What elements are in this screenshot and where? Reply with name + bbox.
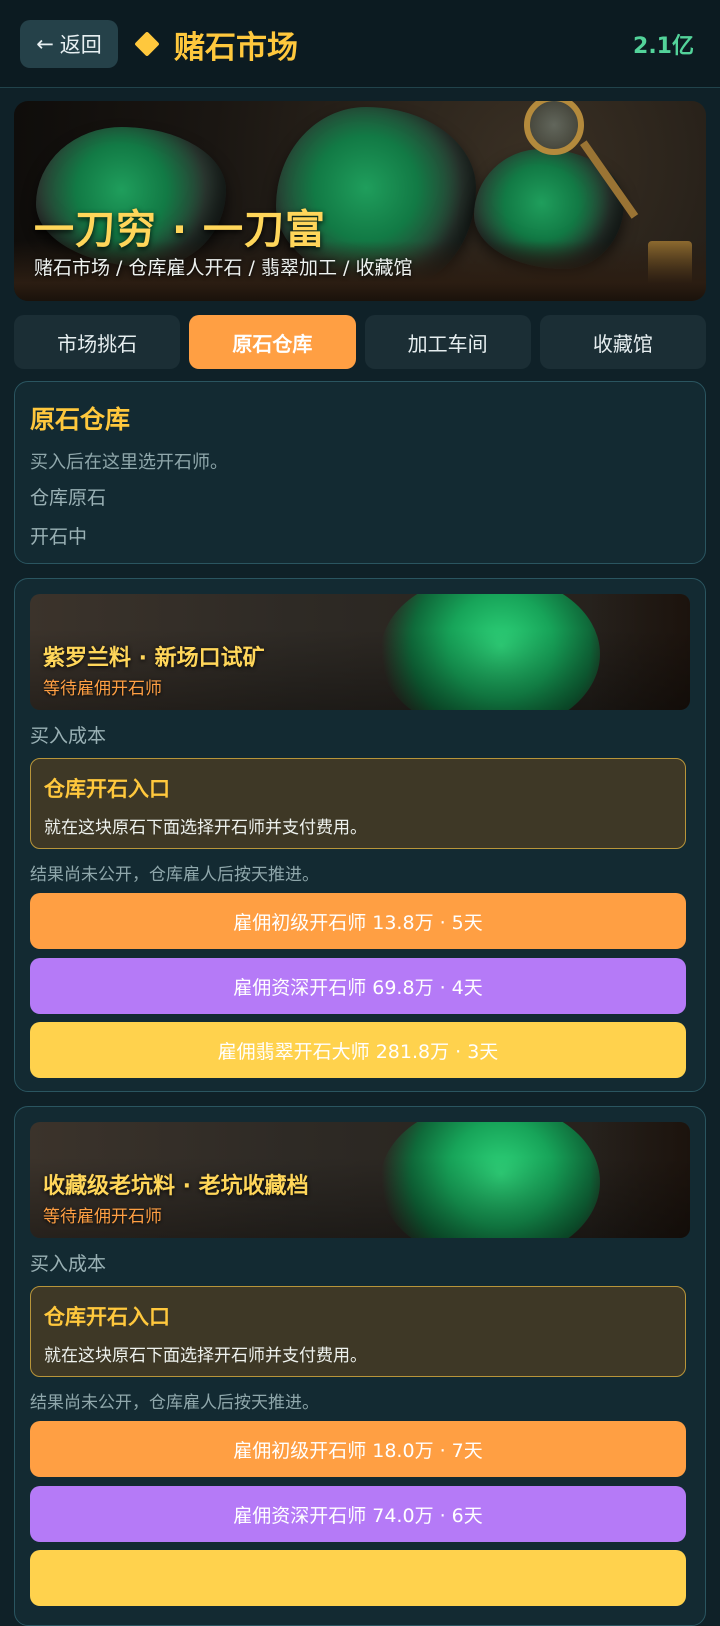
cutting-entry-box: 仓库开石入口 就在这块原石下面选择开石师并支付费用。 [30,1286,686,1377]
page-title-text: 赌石市场 [174,29,298,66]
tab-workshop[interactable]: 加工车间 [364,315,531,369]
warehouse-description: 买入后在这里选开石师。 [30,452,228,473]
banner-title: 一刀穷 · 一刀富 [34,207,327,253]
tab-warehouse[interactable]: 原石仓库 [189,315,356,369]
magnifier-image [524,101,584,155]
diamond-icon [134,31,160,57]
top-bar: ← 返回 赌石市场 2.1亿 [0,0,720,88]
banner-subtitle: 赌石市场 / 仓库雇人开石 / 翡翠加工 / 收藏馆 [34,257,413,279]
back-button[interactable]: ← 返回 [20,20,118,68]
stone-image: 紫罗兰料 · 新场口试矿 等待雇佣开石师 [30,594,690,710]
cutting-entry-title: 仓库开石入口 [44,777,170,801]
result-note: 结果尚未公开，仓库雇人后按天推进。 [30,1393,319,1413]
stone-card: 收藏级老坑料 · 老坑收藏档 等待雇佣开石师 买入成本 仓库开石入口 就在这块原… [14,1106,706,1626]
warehouse-stones-label: 仓库原石 [30,487,107,509]
hire-senior-cutter-button[interactable]: 雇佣资深开石师 74.0万 · 6天 [30,1486,686,1542]
stone-status: 等待雇佣开石师 [43,679,162,699]
stone-status: 等待雇佣开石师 [43,1207,162,1227]
cutting-entry-title: 仓库开石入口 [44,1305,170,1329]
tab-market[interactable]: 市场挑石 [14,315,181,369]
hire-master-cutter-button[interactable] [30,1550,686,1606]
warehouse-cutting-label: 开石中 [30,526,88,548]
cutting-entry-description: 就在这块原石下面选择开石师并支付费用。 [44,818,367,838]
result-note: 结果尚未公开，仓库雇人后按天推进。 [30,865,319,885]
section-tabs: 市场挑石 原石仓库 加工车间 收藏馆 [14,315,706,369]
cost-label: 买入成本 [30,725,107,747]
stone-image: 收藏级老坑料 · 老坑收藏档 等待雇佣开石师 [30,1122,690,1238]
stone-name: 收藏级老坑料 · 老坑收藏档 [43,1174,309,1199]
page-title: 赌石市场 [134,20,298,68]
stone-name: 紫罗兰料 · 新场口试矿 [43,646,265,671]
warehouse-heading: 原石仓库 [30,405,131,434]
cutting-entry-box: 仓库开石入口 就在这块原石下面选择开石师并支付费用。 [30,758,686,849]
cost-label: 买入成本 [30,1253,107,1275]
tab-collection[interactable]: 收藏馆 [539,315,706,369]
cutting-entry-description: 就在这块原石下面选择开石师并支付费用。 [44,1346,367,1366]
warehouse-panel: 原石仓库 买入后在这里选开石师。 仓库原石 开石中 [14,381,706,564]
hire-master-cutter-button[interactable]: 雇佣翡翠开石大师 281.8万 · 3天 [30,1022,686,1078]
arrow-left-icon: ← [36,32,54,56]
hire-junior-cutter-button[interactable]: 雇佣初级开石师 18.0万 · 7天 [30,1421,686,1477]
hero-banner: 一刀穷 · 一刀富 赌石市场 / 仓库雇人开石 / 翡翠加工 / 收藏馆 [14,101,706,301]
back-label: 返回 [59,33,102,57]
stone-card: 紫罗兰料 · 新场口试矿 等待雇佣开石师 买入成本 仓库开石入口 就在这块原石下… [14,578,706,1092]
hire-junior-cutter-button[interactable]: 雇佣初级开石师 13.8万 · 5天 [30,893,686,949]
balance-display: 2.1亿 [633,34,694,59]
hire-senior-cutter-button[interactable]: 雇佣资深开石师 69.8万 · 4天 [30,958,686,1014]
